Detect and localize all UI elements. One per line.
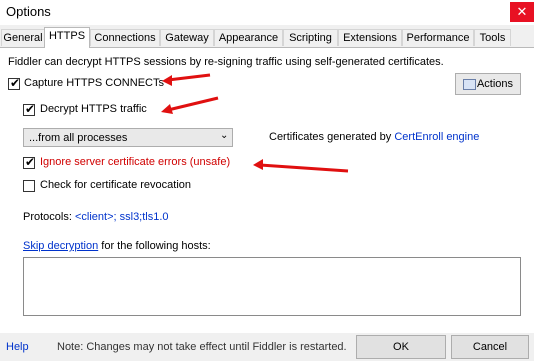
annotation-arrow-decrypt [161,96,219,114]
annotation-arrows [161,73,349,173]
annotation-arrow-capture [162,73,211,86]
tab-https[interactable]: HTTPS [44,27,90,48]
annotation-arrow-ignore [253,159,349,173]
